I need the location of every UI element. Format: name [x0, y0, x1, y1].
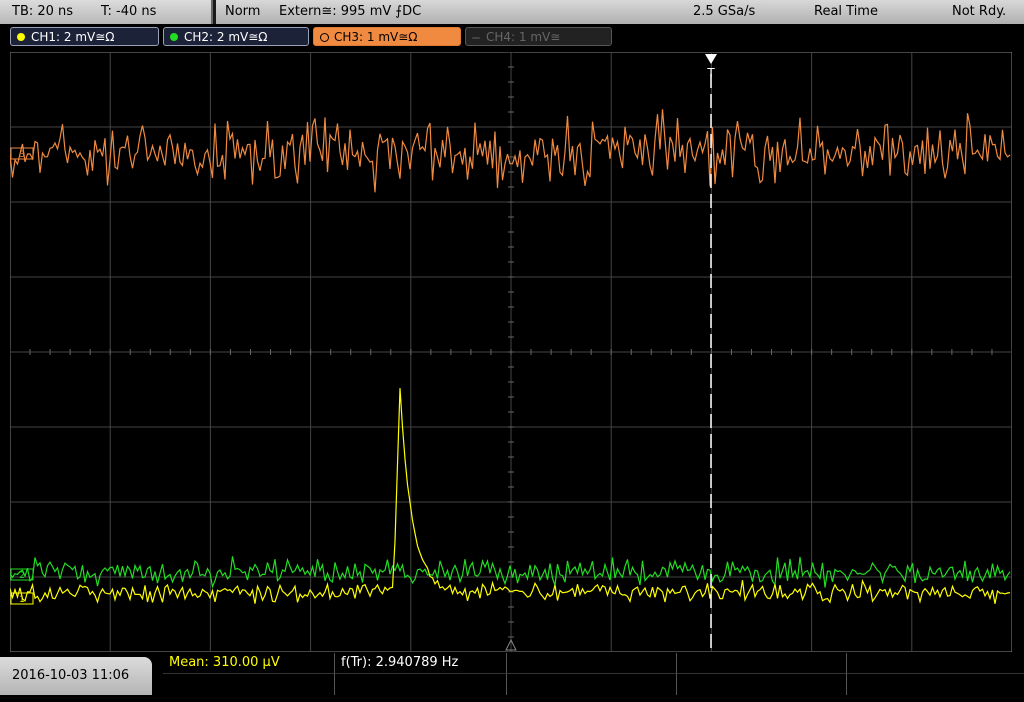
measurement-frequency[interactable]: f(Tr): 2.940789 Hz	[335, 653, 507, 673]
status-bar: TB: 20 ns T: -40 ns Norm Extern≅: 995 mV…	[0, 0, 1024, 24]
channel-1-button[interactable]: CH1: 2 mV≅Ω	[10, 27, 159, 46]
channel-2-label: CH2: 2 mV≅Ω	[184, 30, 268, 44]
trigger-time-value: T: -40 ns	[101, 4, 157, 19]
channel-3-marker-label: 3	[19, 150, 25, 160]
acquisition-status: Not Rdy.	[952, 4, 1007, 19]
measurement-slot-6[interactable]	[163, 673, 335, 695]
measurement-frequency-value: f(Tr): 2.940789 Hz	[341, 655, 459, 670]
measurement-slot-7[interactable]	[335, 673, 507, 695]
timebase-value: TB: 20 ns	[12, 4, 74, 19]
channel-bar: CH1: 2 mV≅Ω CH2: 2 mV≅Ω CH3: 1 mV≅Ω CH4:…	[0, 25, 1024, 49]
measurement-slot-8[interactable]	[507, 673, 677, 695]
channel-2-marker-label: 2	[19, 571, 25, 581]
channel-1-label: CH1: 2 mV≅Ω	[31, 30, 115, 44]
measurement-slot-3[interactable]	[507, 653, 677, 673]
measurement-slot-9[interactable]	[677, 673, 847, 695]
channel-3-indicator-icon	[320, 33, 329, 42]
channel-1-indicator-icon	[17, 33, 25, 41]
channel-4-button[interactable]: CH4: 1 mV≅	[465, 27, 612, 46]
measurement-mean[interactable]: Mean: 310.00 µV	[163, 653, 335, 673]
channel-3-label: CH3: 1 mV≅Ω	[334, 30, 418, 44]
channel-1-marker-label: 1	[19, 595, 25, 605]
trigger-panel[interactable]: Norm Extern≅: 995 mV ⨍DC 2.5 GSa/s Real …	[216, 0, 1024, 24]
waveform-svg: T 3 2 1	[9, 51, 1013, 653]
measurement-mean-value: Mean: 310.00 µV	[169, 655, 280, 670]
trigger-source: Extern≅: 995 mV ⨍DC	[279, 4, 422, 19]
sample-rate: 2.5 GSa/s	[693, 4, 756, 19]
date-time-panel: 2016-10-03 11:06	[0, 657, 152, 695]
acquisition-mode: Real Time	[814, 4, 878, 19]
measurement-slot-5[interactable]	[847, 653, 1024, 673]
channel-4-indicator-icon	[472, 37, 480, 39]
measurement-slot-10[interactable]	[847, 673, 1024, 695]
channel-3-button[interactable]: CH3: 1 mV≅Ω	[313, 27, 461, 46]
timebase-panel[interactable]: TB: 20 ns T: -40 ns	[0, 0, 213, 24]
trigger-marker[interactable]: T	[706, 66, 715, 80]
channel-4-label: CH4: 1 mV≅	[486, 30, 561, 44]
channel-2-indicator-icon	[170, 33, 178, 41]
measurement-slot-4[interactable]	[677, 653, 847, 673]
trigger-mode: Norm	[225, 4, 261, 19]
waveform-display[interactable]: T 3 2 1	[9, 51, 1013, 653]
date-time: 2016-10-03 11:06	[12, 668, 130, 683]
channel-2-button[interactable]: CH2: 2 mV≅Ω	[163, 27, 309, 46]
